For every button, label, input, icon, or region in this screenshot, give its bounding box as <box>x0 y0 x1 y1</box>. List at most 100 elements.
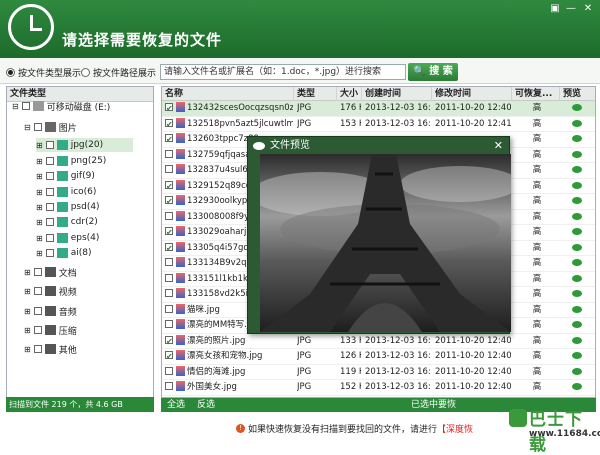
tree-node[interactable]: ⊞ jpg(20) <box>36 138 134 152</box>
expand-icon[interactable]: ⊞ <box>24 345 31 354</box>
table-row[interactable]: 漂亮的照片.jpg JPG 133 KB 2013-12-03 16:04:18 201… <box>162 334 595 349</box>
search-input[interactable]: 请输入文件名或扩展名（如：1.doc，*.jpg）进行搜索 <box>160 64 406 80</box>
search-button[interactable]: 🔍 搜 索 <box>408 63 458 81</box>
table-row[interactable]: 漂亮女孩和宠物.jpg JPG 126 KB 2013-12-03 16:04:18 2… <box>162 349 595 365</box>
tree-checkbox[interactable] <box>21 102 30 110</box>
table-row[interactable]: 132518pvn5azt5jlcuwtlm.jpg JPG 153 KB 2013-… <box>162 117 595 132</box>
expand-icon[interactable]: ⊞ <box>24 268 31 277</box>
column-header[interactable]: 大小 <box>337 87 362 101</box>
tree-checkbox[interactable] <box>45 203 54 211</box>
row-checkbox[interactable] <box>165 194 173 209</box>
preview-eye-button[interactable] <box>572 132 592 147</box>
expand-icon[interactable]: ⊞ <box>36 203 43 212</box>
preview-eye-button[interactable] <box>572 194 592 209</box>
expand-icon[interactable]: ⊟ <box>24 123 31 132</box>
column-header[interactable]: 类型 <box>294 87 337 101</box>
tree-node[interactable]: ⊞ ico(6) <box>36 185 96 199</box>
expand-icon[interactable]: ⊞ <box>24 287 31 296</box>
tree-checkbox[interactable] <box>45 141 54 149</box>
tree-node[interactable]: ⊞ 音频 <box>24 304 77 318</box>
close-icon[interactable]: ✕ <box>580 3 596 15</box>
tree-node[interactable]: ⊞ gif(9) <box>36 169 95 183</box>
row-checkbox[interactable] <box>165 320 173 328</box>
row-checkbox[interactable] <box>165 349 173 364</box>
preview-eye-button[interactable] <box>572 272 592 287</box>
restore-icon[interactable]: ▣ <box>547 3 563 15</box>
row-checkbox[interactable] <box>165 334 173 349</box>
radio-by-type[interactable]: 按文件类型展示 <box>6 66 81 79</box>
preview-eye-button[interactable] <box>572 303 592 318</box>
row-checkbox[interactable] <box>165 132 173 147</box>
preview-eye-button[interactable] <box>572 148 592 163</box>
preview-eye-button[interactable] <box>572 380 592 395</box>
row-checkbox[interactable] <box>165 225 173 240</box>
tree-checkbox[interactable] <box>45 249 54 257</box>
row-checkbox[interactable] <box>165 382 173 390</box>
row-checkbox[interactable] <box>165 117 173 132</box>
row-checkbox[interactable] <box>165 211 173 220</box>
row-checkbox[interactable] <box>165 304 173 313</box>
preview-eye-button[interactable] <box>572 210 592 225</box>
column-header[interactable]: 可恢复... <box>512 87 560 101</box>
tree-node[interactable]: ⊞ psd(4) <box>36 200 100 214</box>
row-checkbox[interactable] <box>165 101 173 116</box>
tree-checkbox[interactable] <box>45 234 54 242</box>
row-checkbox[interactable] <box>165 366 173 375</box>
column-header[interactable]: 预览 <box>560 87 595 101</box>
preview-eye-button[interactable] <box>572 318 592 333</box>
preview-eye-button[interactable] <box>572 365 592 380</box>
expand-icon[interactable]: ⊞ <box>36 218 43 227</box>
tree-node[interactable]: ⊞ 压缩 <box>24 323 77 337</box>
tree-checkbox[interactable] <box>33 307 42 315</box>
expand-icon[interactable]: ⊟ <box>12 102 19 111</box>
row-checkbox[interactable] <box>165 165 173 173</box>
tree-node[interactable]: ⊞ 文档 <box>24 265 77 279</box>
tree-node[interactable]: ⊞ eps(4) <box>36 231 99 245</box>
tree-checkbox[interactable] <box>45 172 54 180</box>
preview-eye-button[interactable] <box>572 349 592 364</box>
tree-node[interactable]: ⊞ 视频 <box>24 284 77 298</box>
tree-node[interactable]: ⊞ ai(8) <box>36 246 91 260</box>
preview-eye-button[interactable] <box>572 179 592 194</box>
preview-close-icon[interactable]: ✕ <box>494 137 503 154</box>
minimize-icon[interactable]: — <box>563 3 579 15</box>
table-row[interactable]: 情侣的海滩.jpg JPG 119 KB 2013-12-03 16:04:18 201… <box>162 365 595 380</box>
tree-node[interactable]: ⊞ png(25) <box>36 154 106 168</box>
tree-checkbox[interactable] <box>45 157 54 165</box>
expand-icon[interactable]: ⊞ <box>36 172 43 181</box>
row-checkbox[interactable] <box>165 179 173 194</box>
preview-eye-button[interactable] <box>572 163 592 178</box>
invert-selection-button[interactable]: 反选 <box>197 398 215 412</box>
preview-eye-button[interactable] <box>572 117 592 132</box>
preview-eye-button[interactable] <box>572 334 592 349</box>
select-all-button[interactable]: 全选 <box>167 398 185 412</box>
preview-eye-button[interactable] <box>572 287 592 302</box>
column-header[interactable]: 修改时间 <box>432 87 512 101</box>
tree-checkbox[interactable] <box>33 345 42 353</box>
table-row[interactable]: 132432scesOocqzsqsn0zc.jpg JPG 176 KB 2013-… <box>162 101 595 117</box>
tree-node[interactable]: ⊟ 图片 <box>24 120 77 134</box>
table-row[interactable]: 外国美女.jpg JPG 152 KB 2013-12-03 16:04:18 2011… <box>162 380 595 396</box>
tree-checkbox[interactable] <box>33 287 42 295</box>
preview-eye-button[interactable] <box>572 225 592 240</box>
radio-by-path[interactable]: 按文件路径展示 <box>81 66 156 79</box>
row-checkbox[interactable] <box>165 149 173 158</box>
preview-eye-button[interactable] <box>572 256 592 271</box>
deep-recovery-link[interactable]: 【深度恢 <box>437 425 473 435</box>
expand-icon[interactable]: ⊞ <box>36 234 43 243</box>
expand-icon[interactable]: ⊞ <box>36 249 43 258</box>
tree-checkbox[interactable] <box>45 188 54 196</box>
preview-eye-button[interactable] <box>572 241 592 256</box>
tree-checkbox[interactable] <box>33 326 42 334</box>
row-checkbox[interactable] <box>165 241 173 256</box>
row-checkbox[interactable] <box>165 258 173 266</box>
row-checkbox[interactable] <box>165 273 173 282</box>
expand-icon[interactable]: ⊞ <box>36 157 43 166</box>
expand-icon[interactable]: ⊞ <box>24 307 31 316</box>
tree-checkbox[interactable] <box>33 123 42 131</box>
tree-node[interactable]: ⊞ cdr(2) <box>36 215 98 229</box>
expand-icon[interactable]: ⊞ <box>36 141 43 150</box>
expand-icon[interactable]: ⊞ <box>36 188 43 197</box>
tree-node[interactable]: ⊟ 可移动磁盘 (E:) <box>12 99 110 113</box>
tree-checkbox[interactable] <box>45 218 54 226</box>
